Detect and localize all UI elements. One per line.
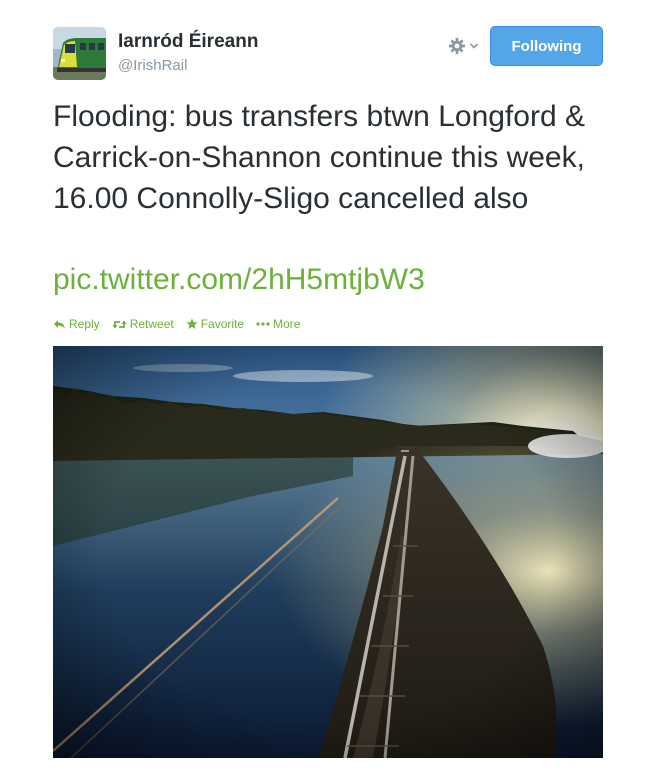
tweet-photo[interactable]	[53, 346, 603, 758]
reply-action[interactable]: Reply	[53, 317, 100, 331]
favorite-action[interactable]: Favorite	[186, 317, 244, 331]
reply-label: Reply	[69, 317, 100, 331]
avatar[interactable]	[53, 27, 106, 80]
retweet-icon	[112, 320, 127, 328]
following-button[interactable]: Following	[490, 26, 603, 66]
tweet-text: Flooding: bus transfers btwn Longford & …	[53, 100, 585, 215]
tweet-actions: Reply Retweet Favorite More	[53, 317, 300, 331]
user-handle[interactable]: @IrishRail	[118, 57, 187, 74]
chevron-down-icon	[469, 43, 479, 49]
reply-icon	[54, 319, 65, 329]
flooded-railway-photo	[53, 346, 603, 758]
ellipsis-icon	[256, 322, 270, 326]
gear-icon	[449, 38, 465, 54]
user-actions-menu[interactable]	[448, 34, 488, 58]
tweet-pic-link[interactable]: pic.twitter.com/2hH5mtjbW3	[53, 259, 425, 300]
more-label: More	[273, 317, 301, 331]
user-name[interactable]: Iarnród Éireann	[118, 31, 258, 53]
retweet-action[interactable]: Retweet	[112, 317, 174, 331]
favorite-label: Favorite	[200, 317, 245, 331]
star-icon	[186, 318, 198, 329]
train-avatar-image	[53, 27, 106, 80]
more-action[interactable]: More	[256, 317, 300, 331]
retweet-label: Retweet	[129, 317, 174, 331]
